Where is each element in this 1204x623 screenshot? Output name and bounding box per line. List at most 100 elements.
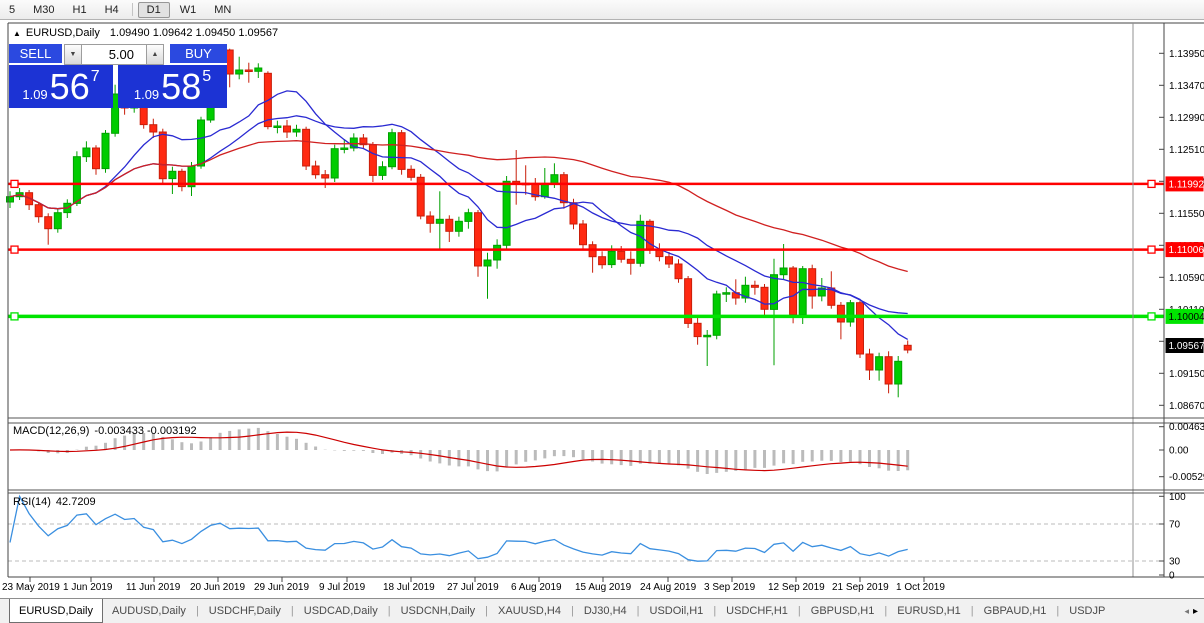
candle [311, 160, 320, 179]
timeframe-button-m30[interactable]: M30 [24, 2, 63, 18]
chart-tab-audusd-daily[interactable]: AUDUSD,Daily [103, 599, 195, 623]
trade-panel-prices: 1.09 56 7 1.09 58 5 [9, 65, 227, 108]
candle [770, 258, 778, 366]
candle [684, 276, 693, 328]
one-click-trading-panel: SELL ▼ 5.00 ▲ BUY 1.09 56 7 1.09 58 5 [9, 44, 227, 108]
volume-input[interactable]: 5.00 [82, 44, 146, 65]
macd-name: MACD(12,26,9) [13, 425, 90, 437]
candle [235, 56, 244, 80]
svg-text:1.09567: 1.09567 [1169, 341, 1204, 352]
sell-price-small: 1.09 [22, 87, 48, 102]
y-axis-label: 30 [1169, 557, 1181, 568]
candle [177, 168, 186, 192]
candle [101, 130, 110, 173]
y-axis-label: 100 [1169, 492, 1186, 503]
y-axis-label: 1.11550 [1169, 209, 1204, 220]
timeframe-button-h1[interactable]: H1 [64, 2, 96, 18]
rsi-line [9, 494, 908, 562]
y-axis-label: 1.12510 [1169, 145, 1204, 156]
candle [445, 215, 454, 242]
candle [187, 162, 196, 196]
y-axis-label: 70 [1169, 520, 1181, 531]
macd-indicator-label: MACD(12,26,9) -0.003433 -0.003192 [13, 425, 197, 437]
price-badge: 1.11006 [1165, 242, 1204, 258]
svg-text:1.11992: 1.11992 [1169, 179, 1204, 190]
chart-tab-gbpusd-h1[interactable]: GBPUSD,H1 [802, 599, 884, 623]
y-axis-label: 0.00463 [1169, 422, 1204, 433]
chart-tab-xauusd-h4[interactable]: XAUUSD,H4 [489, 599, 570, 623]
collapse-arrow-icon[interactable]: ▲ [13, 29, 21, 38]
buy-price-display[interactable]: 1.09 58 5 [118, 65, 227, 108]
rsi-indicator-label: RSI(14) 42.7209 [13, 496, 96, 508]
tab-scroll-left-icon[interactable]: ◂ [1184, 606, 1189, 617]
line-handle[interactable] [1147, 245, 1156, 254]
chart-tab-dj30-h4[interactable]: DJ30,H4 [575, 599, 636, 623]
tab-scroll-right-icon[interactable]: ▸ [1193, 606, 1198, 617]
candle [454, 216, 463, 237]
chart-tab-gbpaud-h1[interactable]: GBPAUD,H1 [975, 599, 1056, 623]
trade-panel-controls: SELL ▼ 5.00 ▲ BUY [9, 44, 227, 65]
candle [655, 243, 664, 262]
candle [808, 264, 817, 309]
chart-title: ▲ EURUSD,Daily 1.09490 1.09642 1.09450 1.0… [13, 27, 278, 39]
candle [321, 170, 330, 188]
line-handle[interactable] [1147, 179, 1156, 189]
volume-spinner: ▼ 5.00 ▲ [64, 44, 164, 65]
chart-tab-usdjp[interactable]: USDJP [1060, 599, 1114, 623]
candle [836, 302, 845, 340]
timeframe-button-mn[interactable]: MN [205, 2, 240, 18]
y-axis-label: 1.08670 [1169, 401, 1204, 412]
candle [903, 340, 912, 354]
volume-decrease-button[interactable]: ▼ [64, 44, 82, 65]
chart-tab-usdoil-h1[interactable]: USDOil,H1 [641, 599, 713, 623]
line-handle[interactable] [10, 179, 19, 189]
candle [521, 165, 530, 195]
line-handle[interactable] [10, 312, 19, 321]
timeframe-button-h4[interactable]: H4 [96, 2, 128, 18]
chart-tab-usdcnh-daily[interactable]: USDCNH,Daily [392, 599, 485, 623]
buy-button[interactable]: BUY [170, 44, 227, 65]
candle [158, 128, 167, 184]
timeframe-button-5[interactable]: 5 [0, 2, 24, 18]
axis-labels: 1.139501.134701.129901.125101.120301.115… [2, 49, 1204, 593]
chart-tab-eurusd-daily[interactable]: EURUSD,Daily [9, 599, 103, 623]
candle [426, 211, 435, 233]
date-axis-label: 23 May 2019 [2, 582, 60, 593]
candle [865, 348, 874, 380]
buy-price-small: 1.09 [133, 87, 160, 102]
buy-price-sup: 5 [202, 68, 212, 85]
y-axis-label: 1.09150 [1169, 369, 1204, 380]
timeframe-button-w1[interactable]: W1 [171, 2, 206, 18]
date-axis-label: 20 Jun 2019 [190, 582, 245, 593]
candle [273, 120, 282, 134]
sell-price-display[interactable]: 1.09 56 7 [9, 65, 113, 108]
chart-tab-usdcad-daily[interactable]: USDCAD,Daily [295, 599, 387, 623]
date-axis-label: 6 Aug 2019 [511, 582, 562, 593]
svg-text:1.11006: 1.11006 [1169, 245, 1204, 256]
chart-tab-usdchf-daily[interactable]: USDCHF,Daily [200, 599, 290, 623]
rsi-value: 42.7209 [55, 496, 96, 508]
candle [407, 165, 416, 181]
candle [846, 300, 855, 327]
chart-tab-eurusd-h1[interactable]: EURUSD,H1 [888, 599, 970, 623]
svg-text:1.10004: 1.10004 [1169, 312, 1204, 323]
candle [894, 356, 903, 398]
date-axis-label: 15 Aug 2019 [575, 582, 632, 593]
candle [559, 172, 568, 209]
candle [168, 166, 177, 194]
volume-increase-button[interactable]: ▲ [146, 44, 164, 65]
date-axis-label: 11 Jun 2019 [126, 582, 181, 593]
line-handle[interactable] [1147, 312, 1156, 321]
toolbar-divider [131, 3, 133, 16]
sell-button[interactable]: SELL [9, 44, 62, 65]
line-handle[interactable] [10, 245, 19, 254]
chart-tab-usdchf-h1[interactable]: USDCHF,H1 [717, 599, 797, 623]
candle [435, 191, 444, 250]
y-axis-label: 1.13470 [1169, 81, 1204, 92]
price-badge: 1.10004 [1165, 308, 1204, 324]
candle [464, 208, 473, 229]
candle [579, 220, 587, 249]
date-axis-label: 9 Jul 2019 [319, 582, 366, 593]
rsi-name: RSI(14) [13, 496, 51, 508]
timeframe-button-d1[interactable]: D1 [137, 1, 170, 18]
